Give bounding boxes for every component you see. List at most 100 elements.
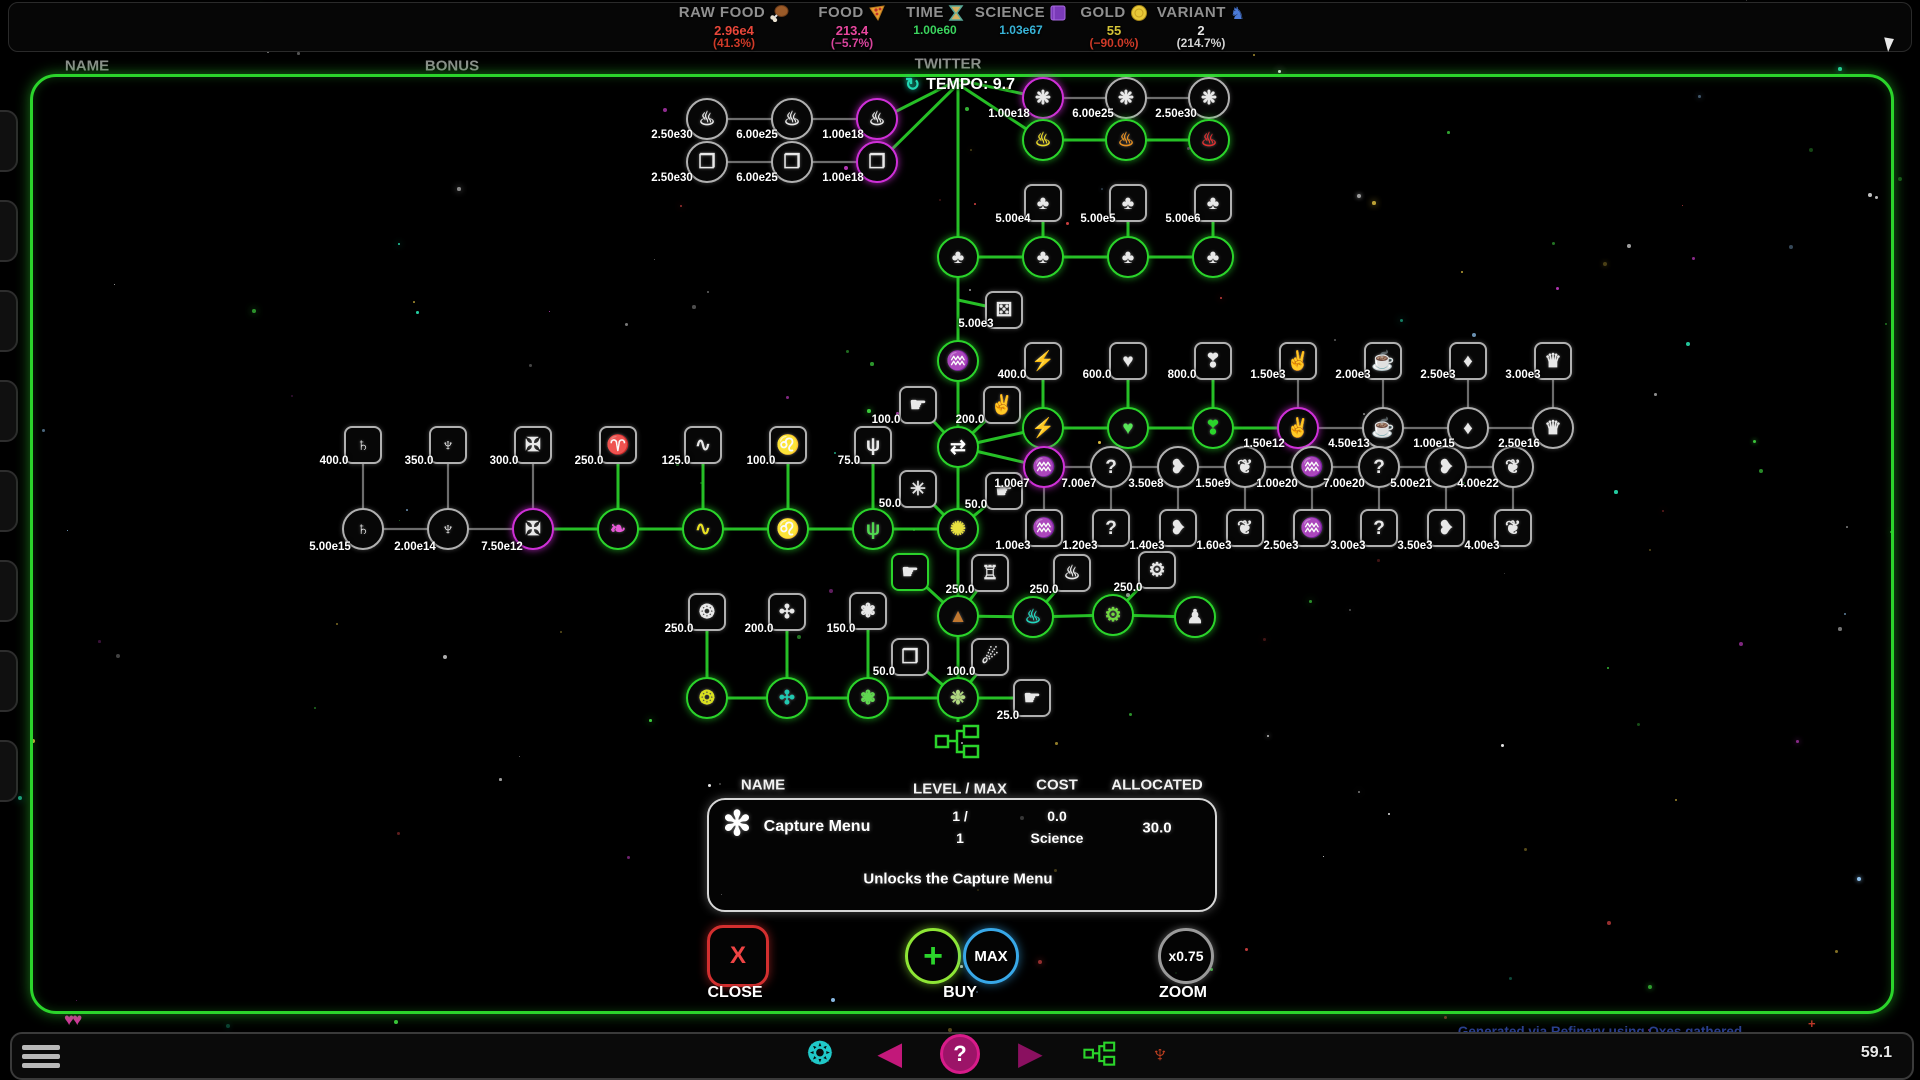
tree-node-machine[interactable]: ⚙ xyxy=(1138,551,1176,589)
node-cost-label: 7.50e12 xyxy=(481,541,523,553)
tree-node-teeth[interactable]: ♒ xyxy=(1025,509,1063,547)
tree-node-snake[interactable]: ∿ xyxy=(682,508,724,550)
arrow-right-icon[interactable]: ▶ xyxy=(1018,1037,1041,1072)
tree-node-kiwi[interactable]: ❧ xyxy=(597,508,639,550)
hand-click-icon: ☛ xyxy=(1023,689,1040,708)
campfire-icon: ♨ xyxy=(1024,608,1041,627)
tree-node-heart-plus[interactable]: ❣ xyxy=(1192,407,1234,449)
book-icon: ❐ xyxy=(783,153,800,172)
tree-node-mantis[interactable]: ψ xyxy=(852,508,894,550)
tree-node-roast[interactable]: ♨ xyxy=(1105,119,1147,161)
tree-node-heart-hands[interactable]: ❥ xyxy=(1427,509,1465,547)
arrow-left-icon[interactable]: ◀ xyxy=(878,1037,901,1072)
tree-node-roast[interactable]: ♨ xyxy=(1022,119,1064,161)
creature-icon[interactable]: ♆ xyxy=(1150,1039,1170,1070)
tree-node-apple[interactable]: ❂ xyxy=(688,593,726,631)
tree-node-elephant[interactable]: ♄ xyxy=(344,426,382,464)
heart-antler-icon: ❦ xyxy=(1237,519,1253,538)
tree-node-pile[interactable]: ❉ xyxy=(937,677,979,719)
hamburger-menu-icon[interactable] xyxy=(22,1041,60,1072)
roast-icon: ♨ xyxy=(1200,131,1217,150)
star xyxy=(18,796,22,800)
machine-icon: ⚙ xyxy=(1148,561,1165,580)
tree-node-muscle[interactable]: ⚡ xyxy=(1022,407,1064,449)
tree-node-teeth[interactable]: ♒ xyxy=(1293,509,1331,547)
bg-column-header-bonus: BONUS xyxy=(425,58,479,75)
galaxy-icon[interactable]: ❂ xyxy=(807,1037,832,1072)
tree-node-spider[interactable]: ✳ xyxy=(899,470,937,508)
zoom-button[interactable]: x0.75 xyxy=(1158,928,1214,984)
side-tab[interactable] xyxy=(0,290,18,352)
close-button-label: CLOSE xyxy=(707,984,762,1002)
side-tab[interactable] xyxy=(0,380,18,442)
tree-node-hub-arrows[interactable]: ⇄ xyxy=(937,426,979,468)
tree-node-squid[interactable]: ♆ xyxy=(429,426,467,464)
tree-node-tree[interactable]: ♣ xyxy=(937,236,979,278)
star xyxy=(1746,0,1747,1)
tree-node-tent[interactable]: ▲ xyxy=(937,595,979,637)
tree-node-machine[interactable]: ⚙ xyxy=(1092,594,1134,636)
side-tab[interactable] xyxy=(0,200,18,262)
buy-button[interactable]: + xyxy=(905,928,961,984)
node-description: Unlocks the Capture Menu xyxy=(863,871,1052,888)
tree-menu-icon[interactable] xyxy=(1083,1041,1117,1067)
resource-label: RAW FOOD xyxy=(679,3,766,23)
selected-node-name: Capture Menu xyxy=(764,818,871,836)
tree-node-heart-antler[interactable]: ❦ xyxy=(1494,509,1532,547)
side-tab[interactable] xyxy=(0,650,18,712)
tree-node-campfire[interactable]: ♨ xyxy=(1012,596,1054,638)
tree-node-campfire[interactable]: ♨ xyxy=(1053,554,1091,592)
node-cost-label: 150.0 xyxy=(827,623,856,635)
tree-node-teeth[interactable]: ♒ xyxy=(937,340,979,382)
sheep-icon: ♈ xyxy=(606,436,630,455)
tree-node-manta[interactable]: ✠ xyxy=(514,426,552,464)
node-cost-label: 250.0 xyxy=(575,455,604,467)
tree-node-firepit[interactable]: ? xyxy=(1360,509,1398,547)
tree-node-tree[interactable]: ♣ xyxy=(1107,236,1149,278)
teeth-icon: ♒ xyxy=(1032,519,1056,538)
tree-node-heart-plus[interactable]: ❣ xyxy=(1194,342,1232,380)
roast-icon: ♨ xyxy=(1034,131,1051,150)
firepit-icon: ? xyxy=(1373,519,1385,538)
tree-node-sheep[interactable]: ♈ xyxy=(599,426,637,464)
tree-node-refinery[interactable]: ❒ xyxy=(891,638,929,676)
tree-node-hand-click[interactable]: ☛ xyxy=(899,386,937,424)
side-tab[interactable] xyxy=(0,110,18,172)
tree-node-heart-diamond[interactable]: ♥ xyxy=(1109,342,1147,380)
tree-node-heart-hands[interactable]: ❥ xyxy=(1159,509,1197,547)
footer-plus-icon: + xyxy=(1808,1016,1816,1031)
node-cost-label: 400.0 xyxy=(320,455,349,467)
max-button[interactable]: MAX xyxy=(963,928,1019,984)
tree-icon: ♣ xyxy=(1122,194,1134,213)
node-cost-label: 2.50e3 xyxy=(1420,369,1455,381)
tree-node-wheat[interactable]: ❃ xyxy=(847,677,889,719)
side-tab[interactable] xyxy=(0,470,18,532)
side-tab[interactable] xyxy=(0,740,18,802)
heart-antler-icon: ❦ xyxy=(1505,519,1521,538)
side-tab[interactable] xyxy=(0,560,18,622)
tree-node-beetle[interactable]: ✣ xyxy=(768,593,806,631)
tree-node-heart-antler[interactable]: ❦ xyxy=(1226,509,1264,547)
tree-node-roast[interactable]: ♨ xyxy=(1188,119,1230,161)
help-icon[interactable]: ? xyxy=(940,1034,980,1074)
tree-node-rat[interactable]: ♌ xyxy=(767,508,809,550)
tree-node-sticks[interactable]: ☄ xyxy=(971,638,1009,676)
tree-node-firepit[interactable]: ? xyxy=(1092,509,1130,547)
tree-node-tree[interactable]: ♣ xyxy=(1022,236,1064,278)
tree-node-tree[interactable]: ♣ xyxy=(1192,236,1234,278)
tree-node-muscle[interactable]: ⚡ xyxy=(1024,342,1062,380)
tree-node-beetle[interactable]: ✣ xyxy=(766,677,808,719)
close-button[interactable]: X xyxy=(707,925,769,987)
tree-node-heart-diamond[interactable]: ♥ xyxy=(1107,407,1149,449)
node-cost-label: 4.50e13 xyxy=(1328,438,1370,450)
node-cost-label: 100.0 xyxy=(747,455,776,467)
tree-node-robot[interactable]: ♟ xyxy=(1174,596,1216,638)
tree-node-hand-click[interactable]: ☛ xyxy=(891,553,929,591)
tree-node-temple[interactable]: ♖ xyxy=(971,554,1009,592)
node-cost-label: 125.0 xyxy=(662,455,691,467)
tree-node-apple[interactable]: ❂ xyxy=(686,677,728,719)
node-cost-label: 250.0 xyxy=(1030,584,1059,596)
teeth-icon: ♒ xyxy=(1300,458,1324,477)
tree-node-fist[interactable]: ✌ xyxy=(983,386,1021,424)
tree-node-firefly[interactable]: ✺ xyxy=(937,508,979,550)
